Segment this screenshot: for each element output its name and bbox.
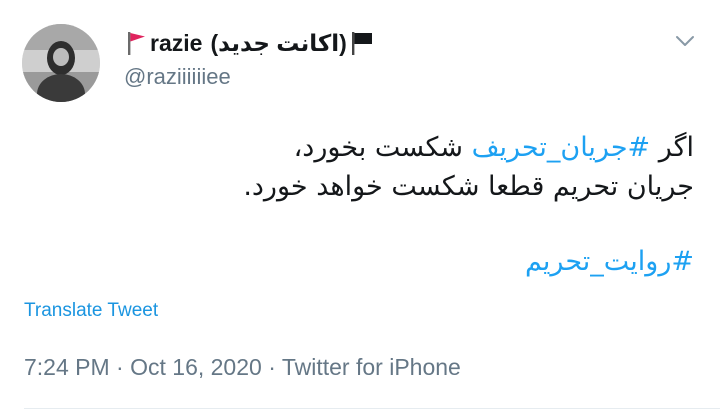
tweet-line-3: #روایت_تحریم [54, 242, 694, 281]
tweet-text-part: شکست بخورد، [293, 132, 472, 163]
avatar[interactable] [22, 24, 100, 102]
hashtag-link[interactable]: #جریان_تحریف [472, 132, 651, 163]
tweet-date[interactable]: Oct 16, 2020 [130, 354, 262, 380]
tweet-text: اگر #جریان_تحریف شکست بخورد، جریان تحریم… [54, 128, 694, 281]
separator: · [116, 354, 124, 380]
display-name-row[interactable]: razie (اکانت جدید) [124, 28, 375, 58]
tweet-text-part: اگر [650, 132, 694, 163]
display-name: razie [150, 29, 203, 56]
chevron-down-icon[interactable] [674, 32, 696, 50]
black-flag-icon [351, 32, 372, 55]
tweet-source[interactable]: Twitter for iPhone [282, 354, 461, 380]
tweet-card: razie (اکانت جدید) @raziiiiiiee اگر #جری… [0, 0, 720, 413]
translate-tweet-link[interactable]: Translate Tweet [24, 300, 158, 322]
tweet-line-1: اگر #جریان_تحریف شکست بخورد، [54, 128, 694, 167]
display-name-suffix: (اکانت جدید) [210, 29, 347, 56]
hashtag-link[interactable]: #روایت_تحریم [525, 246, 694, 277]
user-handle[interactable]: @raziiiiiiee [124, 64, 231, 90]
red-flag-icon [128, 32, 145, 55]
tweet-line-2: جریان تحریم قطعا شکست خواهد خورد. [243, 171, 694, 202]
tweet-time[interactable]: 7:24 PM [24, 354, 110, 380]
avatar-image [22, 24, 100, 102]
separator: · [268, 354, 276, 380]
divider [24, 408, 720, 409]
tweet-metadata: 7:24 PM · Oct 16, 2020 · Twitter for iPh… [24, 354, 461, 381]
